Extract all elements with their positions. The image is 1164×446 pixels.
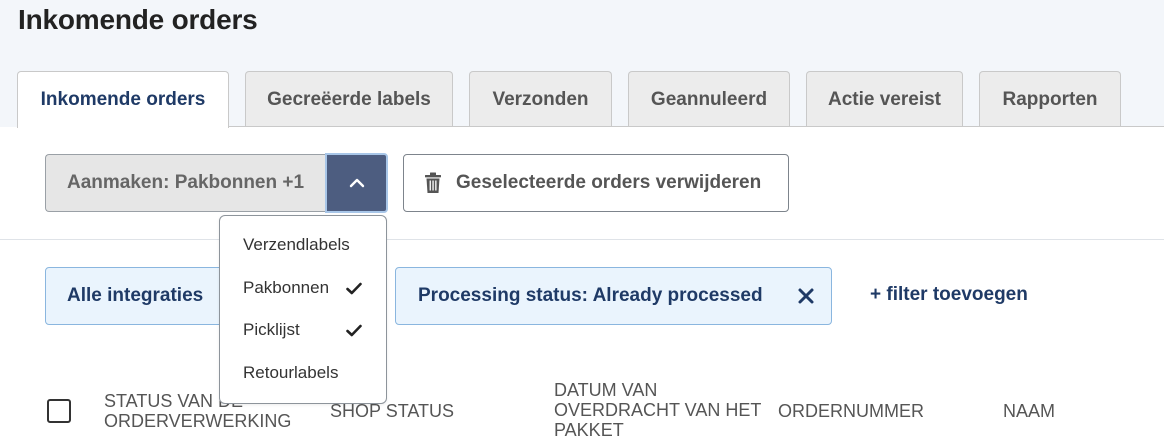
tab-actie-vereist[interactable]: Actie vereist xyxy=(806,71,963,127)
menu-item-pakbonnen[interactable]: Pakbonnen xyxy=(243,273,362,303)
add-filter-link[interactable]: + filter toevoegen xyxy=(870,284,1028,306)
create-documents-button[interactable]: Aanmaken: Pakbonnen +1 xyxy=(45,154,326,212)
menu-item-label: Retourlabels xyxy=(243,363,339,382)
processing-status-filter-label: Processing status: Already processed xyxy=(418,285,763,306)
menu-item-verzendlabels[interactable]: Verzendlabels xyxy=(243,230,362,260)
column-header-transfer-date[interactable]: DATUM VAN OVERDRACHT VAN HET PAKKET xyxy=(554,380,769,440)
page-title: Inkomende orders xyxy=(18,4,258,35)
column-header-name[interactable]: NAAM xyxy=(1003,401,1153,421)
checkmark-icon xyxy=(346,324,362,337)
menu-item-label: Pakbonnen xyxy=(243,278,330,297)
select-all-checkbox[interactable] xyxy=(47,399,71,423)
column-header-shop-status[interactable]: SHOP STATUS xyxy=(330,401,530,421)
delete-selected-orders-label: Geselecteerde orders verwijderen xyxy=(456,172,762,193)
trash-icon xyxy=(424,172,442,194)
tab-verzonden[interactable]: Verzonden xyxy=(469,71,612,127)
create-options-menu: Verzendlabels Pakbonnen Picklijst Retour… xyxy=(219,215,387,404)
tab-bar: Inkomende orders Gecreëerde labels Verzo… xyxy=(0,71,1164,128)
chevron-up-icon xyxy=(349,178,365,188)
integrations-filter-label: Alle integraties xyxy=(67,285,204,306)
tab-geannuleerd[interactable]: Geannuleerd xyxy=(628,71,790,127)
menu-item-label: Picklijst xyxy=(243,320,300,339)
close-icon[interactable] xyxy=(797,287,815,305)
tab-inkomende-orders[interactable]: Inkomende orders xyxy=(17,71,229,128)
tab-gecreeerde-labels[interactable]: Gecreëerde labels xyxy=(245,71,453,127)
processing-status-filter[interactable]: Processing status: Already processed xyxy=(395,267,832,325)
section-divider xyxy=(0,239,1164,240)
integrations-filter[interactable]: Alle integraties xyxy=(45,267,245,325)
menu-item-retourlabels[interactable]: Retourlabels xyxy=(243,358,362,388)
delete-selected-orders-button[interactable]: Geselecteerde orders verwijderen xyxy=(403,154,789,212)
tab-rapporten[interactable]: Rapporten xyxy=(979,71,1121,127)
menu-item-label: Verzendlabels xyxy=(243,235,350,254)
create-dropdown-toggle[interactable] xyxy=(325,153,388,213)
column-header-ordernumber[interactable]: ORDERNUMMER xyxy=(778,401,978,421)
create-documents-label: Aanmaken: Pakbonnen +1 xyxy=(67,172,305,193)
menu-item-picklijst[interactable]: Picklijst xyxy=(243,315,362,345)
checkmark-icon xyxy=(346,282,362,295)
